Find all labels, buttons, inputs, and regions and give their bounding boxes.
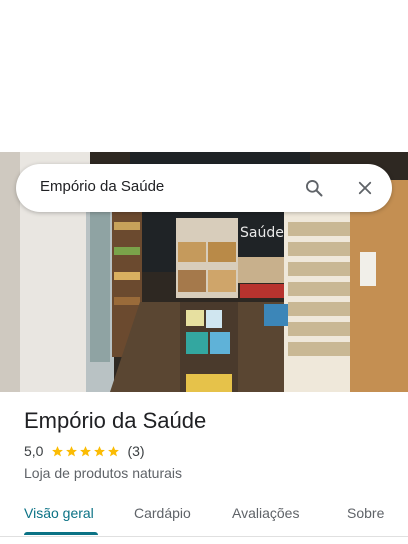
star-icon <box>66 445 78 456</box>
tab-about[interactable]: Sobre <box>347 505 384 521</box>
star-icon <box>52 445 64 456</box>
star-icon <box>108 445 120 456</box>
tab-reviews[interactable]: Avaliações <box>232 505 299 521</box>
rating-row[interactable]: 5,0 (3) <box>24 443 145 459</box>
place-title: Empório da Saúde <box>24 408 207 433</box>
star-icon <box>80 445 92 456</box>
close-icon[interactable] <box>353 176 377 200</box>
search-query-text[interactable]: Empório da Saúde <box>40 178 164 195</box>
place-category[interactable]: Loja de produtos naturais <box>24 465 182 481</box>
star-rating <box>51 445 121 458</box>
place-tabs: Visão geral Cardápio Avaliações Sobre <box>0 493 408 537</box>
svg-text:Saúde: Saúde <box>240 225 284 241</box>
tab-menu[interactable]: Cardápio <box>134 505 191 521</box>
search-icon[interactable] <box>302 176 326 200</box>
search-bar[interactable]: Empório da Saúde <box>16 164 392 212</box>
rating-value: 5,0 <box>24 443 44 459</box>
review-count[interactable]: (3) <box>127 443 144 459</box>
star-icon <box>94 445 106 456</box>
tab-overview[interactable]: Visão geral <box>24 505 94 521</box>
active-tab-indicator <box>24 532 98 535</box>
